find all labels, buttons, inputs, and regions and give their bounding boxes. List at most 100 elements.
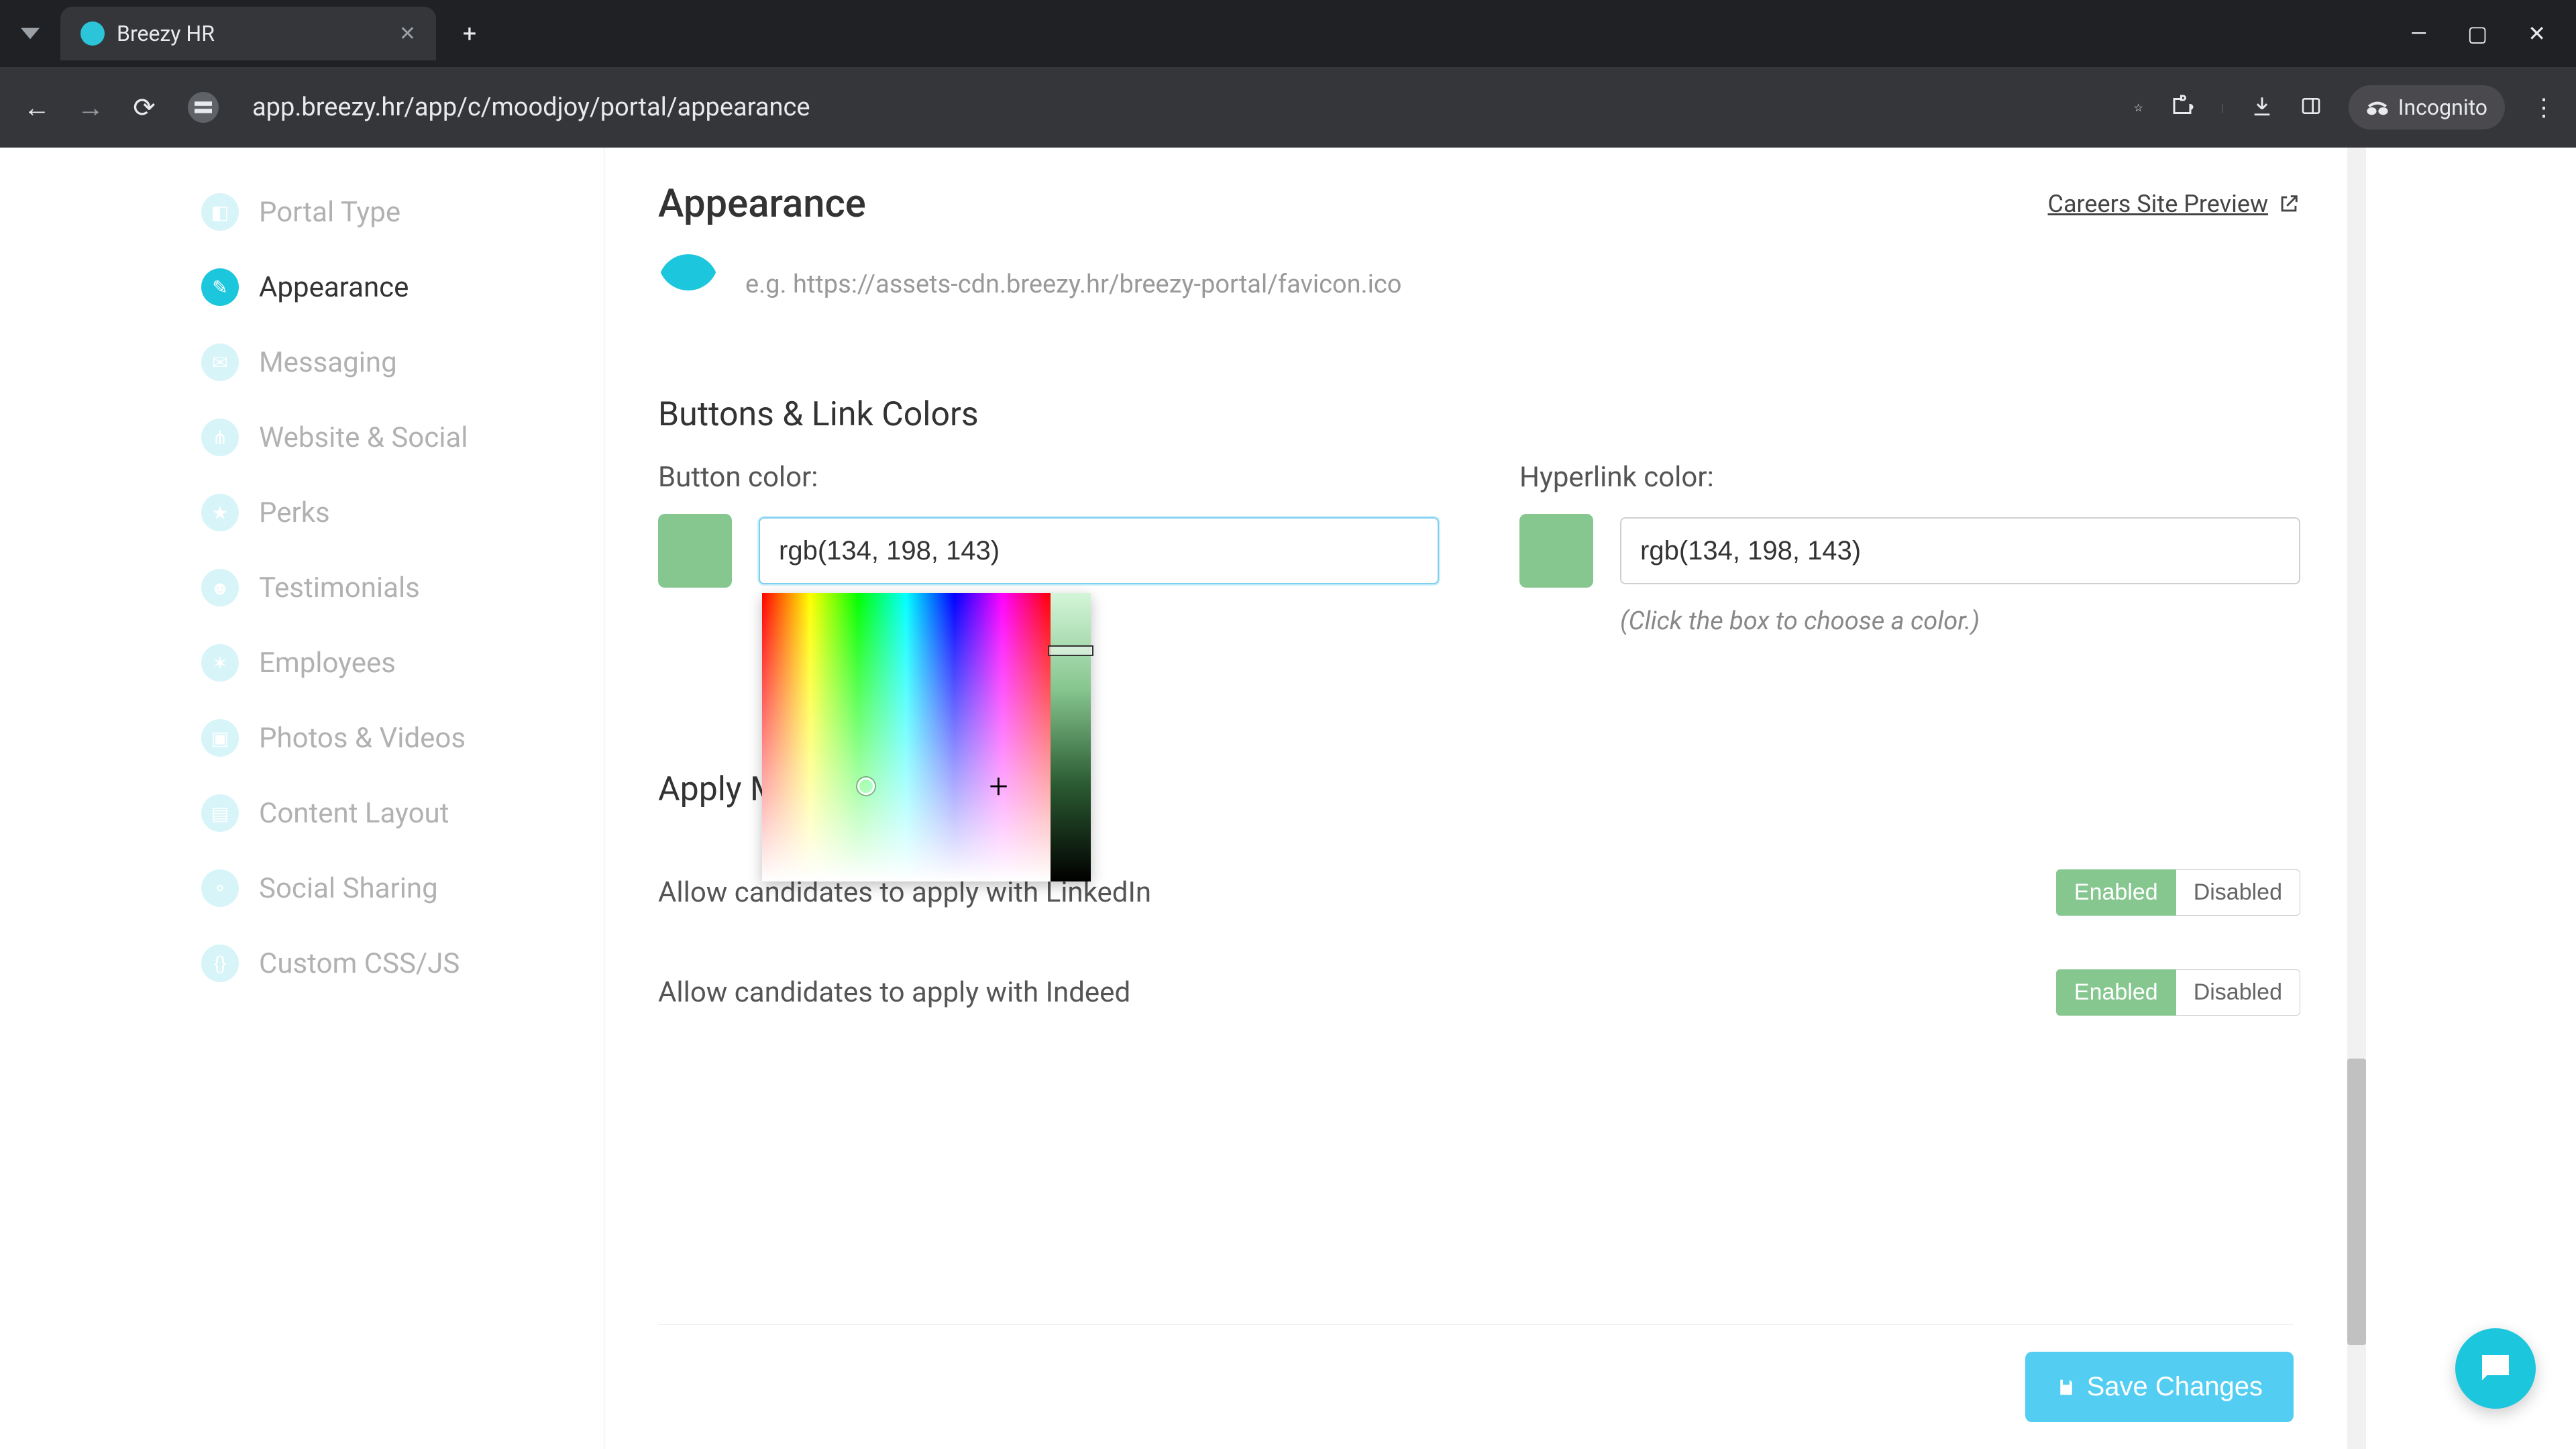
external-link-icon xyxy=(2277,193,2300,215)
hyperlink-color-label: Hyperlink color: xyxy=(1519,461,2300,494)
hyperlink-color-block: Hyperlink color: (Click the box to choos… xyxy=(1519,461,2300,636)
extensions-icon[interactable] xyxy=(2170,94,2194,121)
portal-type-icon: ◧ xyxy=(201,193,239,231)
save-changes-button[interactable]: Save Changes xyxy=(2025,1352,2294,1422)
sidebar-item-perks[interactable]: ★ Perks xyxy=(201,475,604,550)
picker-value-handle[interactable] xyxy=(1048,645,1093,656)
apply-indeed-row: Allow candidates to apply with Indeed En… xyxy=(658,943,2300,1042)
address-bar[interactable]: app.breezy.hr/app/c/moodjoy/portal/appea… xyxy=(239,93,2114,122)
favicon-row: e.g. https://assets-cdn.breezy.hr/breezy… xyxy=(658,254,2300,348)
save-icon xyxy=(2056,1377,2076,1397)
chat-fab[interactable] xyxy=(2455,1328,2536,1409)
messaging-icon: ✉ xyxy=(201,343,239,381)
sidebar-item-custom-css[interactable]: {} Custom CSS/JS xyxy=(201,926,604,1001)
sidebar-item-portal-type[interactable]: ◧ Portal Type xyxy=(201,174,604,250)
new-tab-button[interactable]: + xyxy=(449,13,490,54)
sidebar-item-label: Employees xyxy=(259,647,396,680)
section-colors-title: Buttons & Link Colors xyxy=(658,395,2300,434)
appearance-icon: ✎ xyxy=(201,268,239,306)
tabs-dropdown-icon[interactable] xyxy=(13,17,47,50)
picker-crosshair-icon: + xyxy=(989,767,1008,806)
window-controls: — ▢ ✕ xyxy=(2410,21,2576,46)
layout-icon: ▤ xyxy=(201,794,239,832)
scrollbar-thumb[interactable] xyxy=(2347,1059,2366,1345)
hyperlink-color-hint: (Click the box to choose a color.) xyxy=(1620,606,2300,636)
photos-icon: ▣ xyxy=(201,719,239,757)
color-picker[interactable]: + xyxy=(762,593,1091,881)
separator-icon: | xyxy=(2221,101,2224,114)
sidebar-item-label: Portal Type xyxy=(259,196,400,229)
close-window-icon[interactable]: ✕ xyxy=(2528,21,2546,46)
site-info-icon[interactable] xyxy=(188,92,219,123)
sidebar-item-label: Testimonials xyxy=(259,572,420,604)
share-icon: ⋔ xyxy=(201,419,239,456)
linkedin-toggle: Enabled Disabled xyxy=(2056,869,2300,916)
save-button-label: Save Changes xyxy=(2087,1372,2263,1402)
color-row: Button color: + color.) xyxy=(658,461,2300,636)
browser-toolbar: ← → ⟳ app.breezy.hr/app/c/moodjoy/portal… xyxy=(0,67,2576,148)
hyperlink-color-input[interactable] xyxy=(1620,517,2300,584)
apply-indeed-label: Allow candidates to apply with Indeed xyxy=(658,976,1130,1009)
button-color-label: Button color: xyxy=(658,461,1439,494)
careers-preview-link[interactable]: Careers Site Preview xyxy=(2048,190,2300,218)
minimize-icon[interactable]: — xyxy=(2410,21,2427,46)
main-content: Appearance Careers Site Preview e.g. htt… xyxy=(604,148,2348,1449)
sidebar-item-label: Content Layout xyxy=(259,797,449,830)
sidebar-item-label: Photos & Videos xyxy=(259,722,466,755)
tab-favicon-icon xyxy=(80,21,105,46)
incognito-chip[interactable]: Incognito xyxy=(2349,85,2505,129)
picker-value-slider[interactable] xyxy=(1051,593,1091,881)
sidebar-item-website-social[interactable]: ⋔ Website & Social xyxy=(201,400,604,475)
downloads-icon[interactable] xyxy=(2251,95,2273,120)
incognito-label: Incognito xyxy=(2398,95,2487,120)
browser-tab[interactable]: Breezy HR ✕ xyxy=(60,7,436,60)
button-color-swatch[interactable] xyxy=(658,514,732,588)
chat-icon xyxy=(2475,1348,2516,1389)
sidebar: ◧ Portal Type ✎ Appearance ✉ Messaging ⋔… xyxy=(0,148,604,1449)
hyperlink-color-swatch[interactable] xyxy=(1519,514,1593,588)
code-icon: {} xyxy=(201,945,239,982)
forward-icon[interactable]: → xyxy=(74,92,107,123)
menu-icon[interactable]: ⋮ xyxy=(2532,93,2556,121)
scrollbar[interactable] xyxy=(2347,148,2366,1449)
sidebar-item-appearance[interactable]: ✎ Appearance xyxy=(201,250,604,325)
tab-strip: Breezy HR ✕ + — ▢ ✕ xyxy=(0,0,2576,67)
favicon-thumb xyxy=(658,254,718,315)
social-sharing-icon: ⚬ xyxy=(201,869,239,907)
button-color-input[interactable] xyxy=(759,517,1439,584)
picker-current-ring xyxy=(857,777,875,795)
sidebar-item-label: Social Sharing xyxy=(259,872,438,905)
tab-close-icon[interactable]: ✕ xyxy=(399,22,416,46)
page-header: Appearance Careers Site Preview xyxy=(658,181,2300,227)
reload-icon[interactable]: ⟳ xyxy=(127,92,161,123)
page-title: Appearance xyxy=(658,181,866,227)
sidebar-item-employees[interactable]: ✶ Employees xyxy=(201,625,604,700)
linkedin-enabled-button[interactable]: Enabled xyxy=(2056,869,2176,916)
button-color-block: Button color: + color.) xyxy=(658,461,1439,636)
toolbar-right: ☆ | Incognito ⋮ xyxy=(2134,85,2556,129)
employees-icon: ✶ xyxy=(201,644,239,682)
picker-hue-sat-panel[interactable]: + xyxy=(762,593,1051,881)
linkedin-disabled-button[interactable]: Disabled xyxy=(2176,869,2300,916)
sidepanel-icon[interactable] xyxy=(2300,95,2322,119)
testimonials-icon: ☻ xyxy=(201,569,239,606)
indeed-disabled-button[interactable]: Disabled xyxy=(2176,969,2300,1016)
sidebar-item-label: Custom CSS/JS xyxy=(259,947,460,980)
sidebar-item-social-sharing[interactable]: ⚬ Social Sharing xyxy=(201,851,604,926)
sidebar-item-messaging[interactable]: ✉ Messaging xyxy=(201,325,604,400)
button-color-input-row: + xyxy=(658,514,1439,588)
perks-icon: ★ xyxy=(201,494,239,531)
sidebar-item-photos-videos[interactable]: ▣ Photos & Videos xyxy=(201,700,604,775)
hyperlink-color-input-row xyxy=(1519,514,2300,588)
browser-chrome: Breezy HR ✕ + — ▢ ✕ ← → ⟳ app.breezy.hr/… xyxy=(0,0,2576,148)
bookmark-icon[interactable]: ☆ xyxy=(2134,101,2143,114)
sidebar-item-label: Appearance xyxy=(259,271,409,304)
sidebar-item-content-layout[interactable]: ▤ Content Layout xyxy=(201,775,604,851)
indeed-enabled-button[interactable]: Enabled xyxy=(2056,969,2176,1016)
sidebar-item-label: Messaging xyxy=(259,346,397,379)
maximize-icon[interactable]: ▢ xyxy=(2467,21,2487,46)
sidebar-item-testimonials[interactable]: ☻ Testimonials xyxy=(201,550,604,625)
footer-bar: Save Changes xyxy=(658,1324,2294,1422)
back-icon[interactable]: ← xyxy=(20,92,54,123)
sidebar-item-label: Perks xyxy=(259,496,330,529)
